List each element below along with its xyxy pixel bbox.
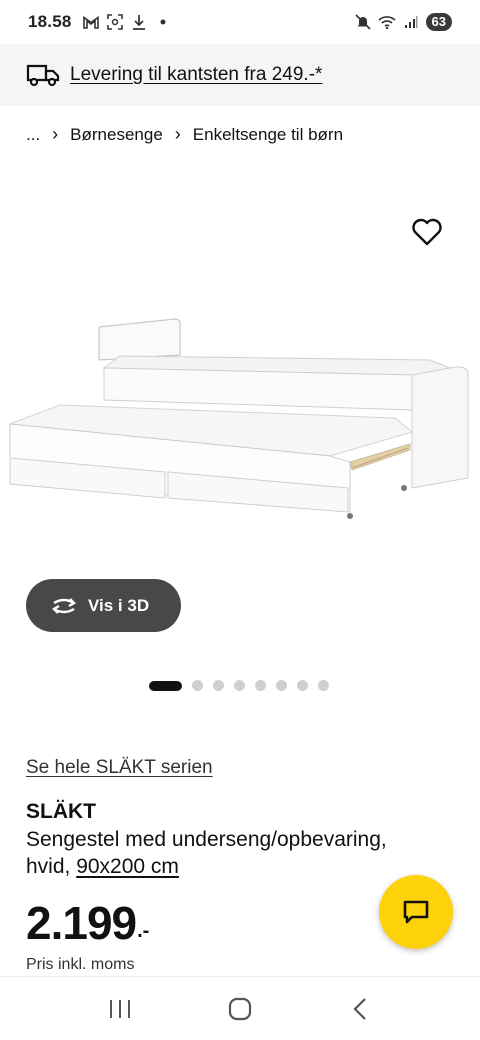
- system-icons: 63: [354, 13, 452, 31]
- heart-icon[interactable]: [410, 216, 444, 248]
- status-bar: 18.58 63: [0, 0, 480, 44]
- recent-apps-icon[interactable]: [100, 989, 140, 1029]
- carousel-dot[interactable]: [255, 680, 266, 691]
- price-decimal: .-: [137, 920, 150, 942]
- view-3d-button[interactable]: Vis i 3D: [26, 579, 181, 632]
- status-time: 18.58: [28, 12, 72, 31]
- truck-icon: [26, 64, 60, 87]
- image-carousel-indicator: [149, 680, 329, 691]
- price-note: Pris inkl. moms: [26, 956, 135, 973]
- breadcrumb: ... › Børnesenge › Enkeltsenge til børn: [26, 124, 343, 145]
- battery-badge: 63: [425, 13, 452, 31]
- carousel-dot[interactable]: [318, 680, 329, 691]
- breadcrumb-item-single-beds[interactable]: Enkeltsenge til børn: [193, 125, 343, 145]
- carousel-dot[interactable]: [213, 680, 224, 691]
- carousel-dot[interactable]: [276, 680, 287, 691]
- breadcrumb-ellipsis[interactable]: ...: [26, 125, 40, 145]
- product-name: SLÄKT: [26, 800, 96, 823]
- carousel-dot-active[interactable]: [149, 680, 182, 691]
- delivery-banner[interactable]: Levering til kantsten fra 249.-*: [0, 44, 480, 106]
- price: 2.199 .-: [26, 896, 149, 950]
- mute-icon: [354, 13, 372, 31]
- chevron-right-icon: ›: [52, 124, 59, 144]
- chat-icon: [403, 900, 429, 924]
- dot-icon: [154, 13, 172, 31]
- carousel-dot[interactable]: [297, 680, 308, 691]
- product-description: Sengestel med underseng/opbevaring, hvid…: [26, 826, 436, 880]
- delivery-link[interactable]: Levering til kantsten fra 249.-*: [70, 64, 322, 86]
- home-icon[interactable]: [220, 989, 260, 1029]
- product-image[interactable]: [0, 200, 480, 620]
- back-icon[interactable]: [340, 989, 380, 1029]
- price-integer: 2.199: [26, 897, 137, 949]
- screenshot-icon: [106, 13, 124, 31]
- chat-button[interactable]: [379, 875, 453, 949]
- download-icon: [130, 13, 148, 31]
- wifi-icon: [377, 13, 396, 31]
- signal-icon: [402, 13, 420, 31]
- chevron-right-icon: ›: [174, 124, 181, 144]
- series-link[interactable]: Se hele SLÄKT serien: [26, 757, 213, 779]
- breadcrumb-item-childrens-beds[interactable]: Børnesenge: [70, 125, 163, 145]
- size-link[interactable]: 90x200 cm: [76, 855, 179, 878]
- notification-icons: [82, 13, 172, 31]
- carousel-dot[interactable]: [192, 680, 203, 691]
- carousel-dot[interactable]: [234, 680, 245, 691]
- rotate-3d-icon: [52, 597, 76, 614]
- gmail-icon: [82, 13, 100, 31]
- system-nav-bar: [0, 976, 480, 1040]
- view-3d-label: Vis i 3D: [88, 595, 150, 615]
